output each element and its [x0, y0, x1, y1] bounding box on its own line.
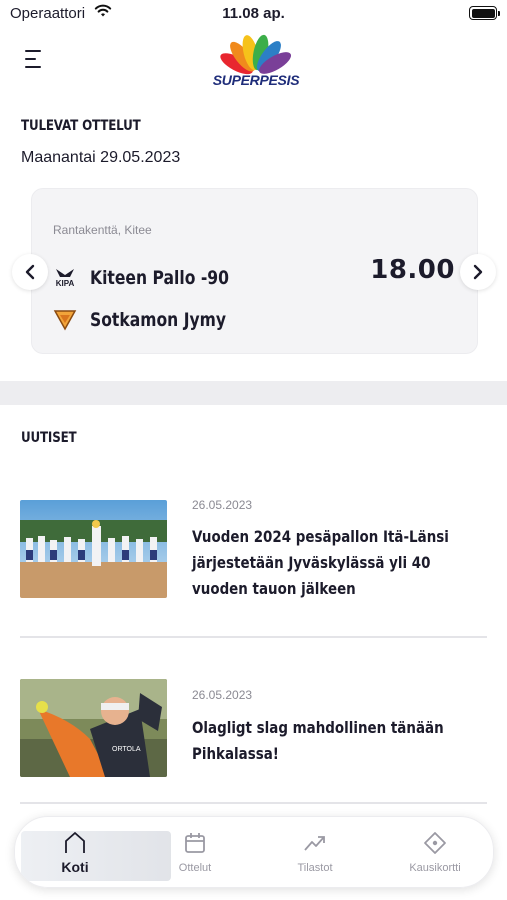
news-headline: Vuoden 2024 pesäpallon Itä-Länsi järjest… — [192, 527, 449, 598]
status-bar: Operaattori 11.08 ap. — [0, 0, 507, 30]
tab-label: Kausikortti — [409, 862, 461, 874]
tab-label: Tilastot — [297, 862, 333, 874]
news-date: 26.05.2023 — [192, 498, 253, 512]
away-team-row: Sotkamon Jymy — [52, 305, 256, 335]
home-icon — [65, 832, 85, 853]
tab-home[interactable]: Koti — [15, 817, 171, 887]
svg-text:KIPA: KIPA — [56, 279, 75, 288]
match-date: Maanantai 29.05.2023 — [21, 149, 181, 166]
tab-label: Ottelut — [178, 862, 212, 874]
match-time: 18.00 — [370, 255, 455, 285]
news-thumbnail — [20, 500, 167, 598]
superpesis-logo: SUPERPESIS — [210, 30, 302, 90]
tab-matches[interactable]: Ottelut — [135, 817, 255, 887]
calendar-icon — [185, 833, 205, 853]
home-team-row: KIPA Kiteen Pallo -90 — [52, 263, 260, 293]
section-divider — [0, 381, 507, 405]
news-separator — [20, 636, 487, 638]
news-headline: Olagligt slag mahdollinen tänään Pihkala… — [192, 718, 444, 763]
home-team-logo: KIPA — [52, 265, 78, 291]
news-separator — [20, 802, 487, 804]
logo-text: SUPERPESIS — [212, 72, 300, 88]
svg-text:ORTOLA: ORTOLA — [112, 746, 141, 753]
ticket-icon — [424, 832, 446, 854]
news-item[interactable]: ORTOLA 26.05.2023 Olagligt slag mahdolli… — [20, 679, 487, 788]
news-date: 26.05.2023 — [192, 688, 253, 702]
match-venue: Rantakenttä, Kitee — [53, 223, 152, 237]
news-section-title: UUTISET — [21, 430, 77, 446]
away-team-logo — [52, 307, 78, 333]
trend-icon — [304, 836, 325, 851]
away-team-name: Sotkamon Jymy — [90, 309, 227, 331]
chevron-left-icon — [25, 264, 35, 280]
menu-icon[interactable] — [22, 47, 48, 73]
tab-statistics[interactable]: Tilastot — [255, 817, 375, 887]
battery-icon — [469, 6, 500, 20]
tab-label: Koti — [61, 859, 89, 875]
tab-bar: Koti Ottelut Tilastot Kausikortti — [14, 816, 494, 888]
previous-match-button[interactable] — [12, 254, 48, 290]
news-thumbnail: ORTOLA — [20, 679, 167, 777]
upcoming-section-title: TULEVAT OTTELUT — [21, 118, 141, 134]
status-time: 11.08 ap. — [222, 5, 285, 22]
home-team-name: Kiteen Pallo -90 — [90, 267, 229, 289]
chevron-right-icon — [473, 264, 483, 280]
next-match-button[interactable] — [460, 254, 496, 290]
news-item[interactable]: 26.05.2023 Vuoden 2024 pesäpallon Itä-Lä… — [20, 498, 487, 608]
match-card[interactable]: Rantakenttä, Kitee KIPA Kiteen Pallo -90… — [31, 188, 478, 354]
tab-season-card[interactable]: Kausikortti — [375, 817, 493, 887]
